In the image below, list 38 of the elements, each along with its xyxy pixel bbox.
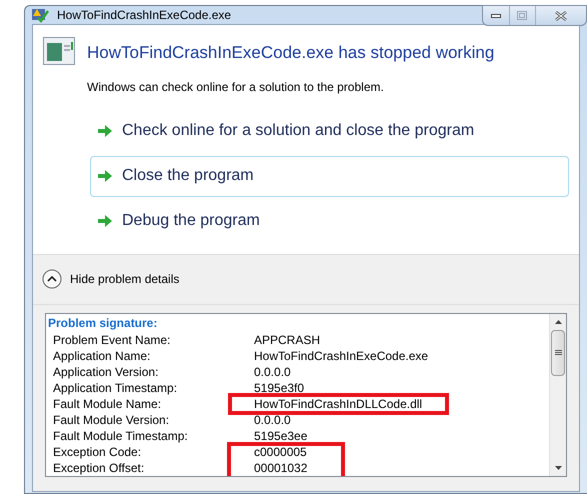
scrollbar-thumb[interactable] bbox=[551, 330, 565, 376]
grip-icon bbox=[554, 350, 562, 356]
minimize-icon bbox=[491, 14, 502, 18]
section-title: Problem signature: bbox=[48, 314, 158, 330]
hide-details-button[interactable]: Hide problem details bbox=[42, 269, 180, 289]
arrow-icon bbox=[98, 215, 112, 227]
program-window-icon bbox=[43, 37, 75, 65]
warning-app-icon bbox=[31, 7, 49, 23]
field-value: 00001032 bbox=[254, 460, 308, 476]
field-value: 5195e3f0 bbox=[254, 380, 304, 396]
field-label: Exception Code: bbox=[53, 444, 142, 460]
error-heading: HowToFindCrashInExeCode.exe has stopped working bbox=[87, 42, 494, 64]
command-link[interactable]: Check online for a solution and close the program bbox=[90, 110, 569, 152]
field-label: Application Name: bbox=[53, 348, 152, 364]
field-value: 0.0.0.0 bbox=[254, 364, 291, 380]
chevron-up-icon bbox=[42, 269, 62, 289]
command-link[interactable]: Debug the program bbox=[90, 200, 569, 242]
scrollbar[interactable] bbox=[549, 314, 566, 476]
field-value: HowToFindCrashInExeCode.exe bbox=[254, 348, 428, 364]
field-label: Problem Event Name: bbox=[53, 332, 172, 348]
field-label: Fault Module Version: bbox=[53, 412, 170, 428]
field-value: 5195e3ee bbox=[254, 428, 308, 444]
field-label: Application Timestamp: bbox=[53, 380, 178, 396]
command-link[interactable]: Close the program bbox=[90, 156, 569, 196]
field-value: APPCRASH bbox=[254, 332, 320, 348]
field-label: Exception Offset: bbox=[53, 460, 146, 476]
field-label: Fault Module Name: bbox=[53, 396, 162, 412]
field-value: c0000005 bbox=[254, 444, 307, 460]
error-message: Windows can check online for a solution to the problem. bbox=[87, 78, 385, 96]
field-value: 0.0.0.0 bbox=[254, 412, 291, 428]
maximize-icon bbox=[517, 11, 528, 20]
window-title: HowToFindCrashInExeCode.exe bbox=[57, 7, 232, 24]
field-value: HowToFindCrashInDLLCode.dll bbox=[254, 396, 422, 412]
arrow-icon bbox=[98, 125, 112, 137]
arrow-icon bbox=[98, 170, 112, 182]
field-label: Application Version: bbox=[53, 364, 160, 380]
field-label: Fault Module Timestamp: bbox=[53, 428, 189, 444]
close-icon bbox=[554, 10, 567, 20]
